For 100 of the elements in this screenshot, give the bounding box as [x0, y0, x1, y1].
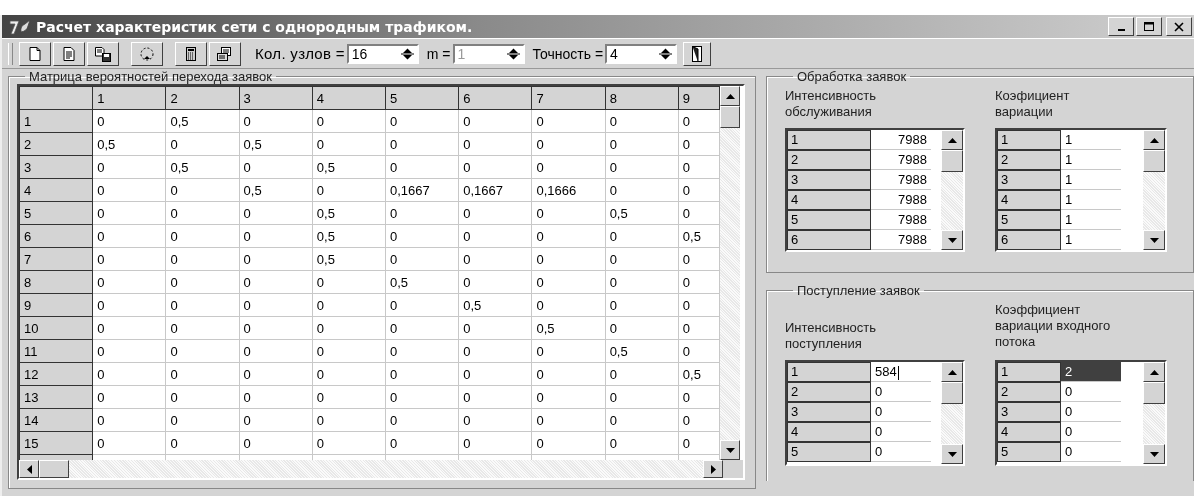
table-cell: 0 [531, 201, 606, 225]
table-cell: 0 [605, 270, 679, 294]
row-header: 12 [19, 362, 93, 386]
table-cell: 0 [165, 385, 240, 409]
table-cell: 0 [165, 201, 240, 225]
table-cell: 0 [531, 293, 606, 317]
row-header: 5 [997, 210, 1061, 230]
table-cell: 0,5 [605, 201, 679, 225]
table-cell[interactable]: 584 [871, 362, 931, 382]
table-cell: 0,5 [385, 270, 459, 294]
table-cell: 7988 [871, 150, 931, 170]
row-header: 4 [787, 190, 871, 210]
table-cell: 0 [605, 293, 679, 317]
table-cell: 0 [312, 109, 386, 133]
table-cell: 0 [385, 316, 459, 340]
table-cell: 0 [239, 224, 313, 248]
table-cell: 0 [531, 109, 606, 133]
table-cell: 0,5 [678, 362, 720, 386]
table-cell: 0 [385, 247, 459, 271]
table-cell: 0 [458, 247, 532, 271]
table-cell: 0 [239, 293, 313, 317]
table-cell: 0 [312, 178, 386, 202]
table-cell: 0 [605, 362, 679, 386]
row-header: 15 [19, 431, 93, 455]
table-cell: 0 [165, 408, 240, 432]
table-cell: 0,5 [312, 247, 386, 271]
table-cell: 0 [458, 132, 532, 156]
row-header: 2 [19, 132, 93, 156]
table-cell: 0 [605, 385, 679, 409]
table-cell: 0,1666 [531, 178, 606, 202]
row-header: 3 [787, 170, 871, 190]
column-header: 6 [458, 86, 532, 110]
table-cell: 0 [678, 109, 720, 133]
row-header: 2 [787, 382, 871, 402]
table-cell: 0,5 [312, 155, 386, 179]
table-cell: 0 [92, 178, 166, 202]
table-cell: 0 [92, 408, 166, 432]
table-cell: 7988 [871, 170, 931, 190]
spin-field[interactable]: 16 [346, 43, 419, 64]
table-cell: 0 [458, 385, 532, 409]
row-header: 5 [19, 201, 93, 225]
row-header: 5 [997, 442, 1061, 462]
table-cell: 0 [385, 431, 459, 455]
column-header: 5 [385, 86, 459, 110]
table-cell: 0 [458, 339, 532, 363]
table-cell: 0 [605, 178, 679, 202]
table-cell: 0 [531, 431, 606, 455]
column-header: 8 [605, 86, 679, 110]
group-title: Обработка заявок [796, 69, 908, 84]
table-cell: 0 [385, 132, 459, 156]
row-header: 4 [997, 190, 1061, 210]
table-cell: 0 [605, 109, 679, 133]
table-cell: 0 [165, 178, 240, 202]
table-cell: 0 [871, 442, 931, 462]
table-cell: 0,5 [239, 132, 313, 156]
table-cell: 0 [605, 155, 679, 179]
column-header: 7 [531, 86, 606, 110]
table-cell: 0 [92, 362, 166, 386]
row-header: 7 [19, 247, 93, 271]
table-cell: 0 [531, 339, 606, 363]
table-cell: 0 [92, 270, 166, 294]
table-cell: 0 [92, 431, 166, 455]
table-cell: 0 [165, 362, 240, 386]
table-cell: 0,5 [678, 224, 720, 248]
row-header: 1 [787, 130, 871, 150]
table-cell: 0 [239, 431, 313, 455]
table-cell: 2 [1061, 362, 1121, 382]
table-cell: 0 [385, 109, 459, 133]
table-cell: 0 [239, 270, 313, 294]
table-cell: 0 [678, 431, 720, 455]
list-heading: Коэфициент вариации [995, 88, 1071, 121]
row-header: 6 [997, 230, 1061, 250]
table-cell: 0 [92, 201, 166, 225]
table-cell: 0 [605, 132, 679, 156]
table-cell: 0 [165, 316, 240, 340]
table-cell: 7988 [871, 130, 931, 150]
row-header: 1 [997, 362, 1061, 382]
table-cell: 0 [92, 339, 166, 363]
table-cell: 0 [239, 247, 313, 271]
spin-field[interactable]: 4 [605, 43, 678, 64]
table-cell: 0 [385, 339, 459, 363]
table-cell: 0 [239, 109, 313, 133]
table-cell: 0 [165, 132, 240, 156]
list-heading: Коэффициент вариации входного потока [995, 302, 1112, 351]
table-cell: 0 [239, 339, 313, 363]
table-cell: 0,5 [531, 316, 606, 340]
row-header: 6 [19, 224, 93, 248]
table-cell: 0 [458, 431, 532, 455]
row-header: 2 [997, 382, 1061, 402]
table-cell: 0 [239, 316, 313, 340]
table-cell: 0 [458, 155, 532, 179]
table-cell: 0 [92, 293, 166, 317]
table-cell: 0,5 [165, 109, 240, 133]
table-cell: 0 [312, 339, 386, 363]
table-cell: 0 [531, 270, 606, 294]
table-cell: 1 [1061, 170, 1121, 190]
table-cell: 0,5 [458, 293, 532, 317]
table-cell: 0,5 [605, 339, 679, 363]
table-cell: 7988 [871, 210, 931, 230]
table-cell: 0 [312, 385, 386, 409]
